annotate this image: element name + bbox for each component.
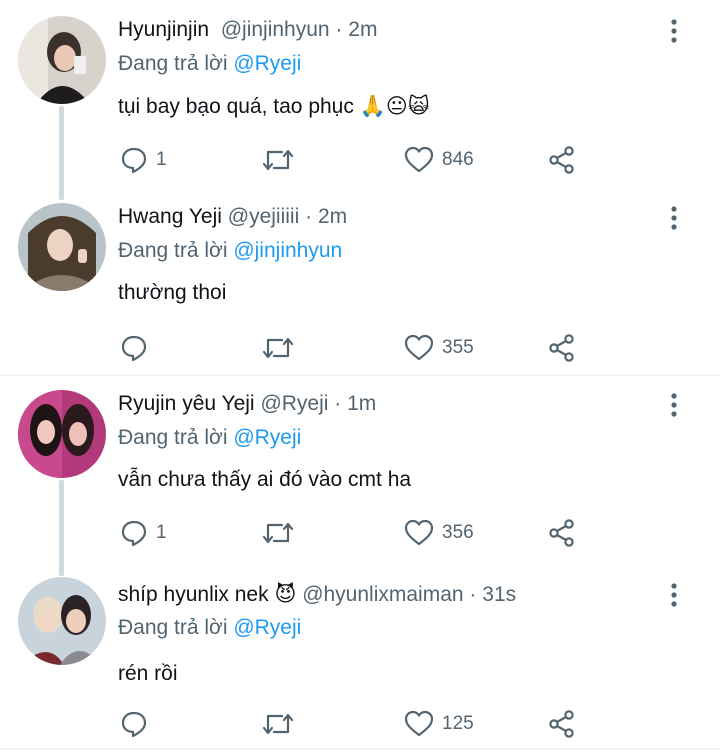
tweet-header: shíp hyunlix nek 😈 @hyunlixmaiman · 31s [118, 582, 516, 607]
reply-button[interactable] [120, 710, 156, 738]
emoji-neutral-face: 😐 [385, 95, 408, 118]
like-icon [404, 146, 434, 173]
tweet-text-body: tụi bay bạo quá, tao phục [118, 95, 354, 118]
like-icon [404, 519, 434, 546]
tweet-header: Hyunjinjin @jinjinhyun · 2m [118, 18, 377, 42]
timestamp[interactable]: 1m [347, 392, 376, 415]
tweet[interactable]: Hwang Yeji @yejiiiii · 2m Đang trả lời @… [0, 187, 720, 375]
like-button[interactable]: 125 [404, 710, 474, 738]
mention-link[interactable]: @Ryeji [233, 52, 301, 75]
tweet-header: Ryujin yêu Yeji @Ryeji · 1m [118, 392, 376, 416]
share-button[interactable] [548, 710, 576, 738]
retweet-icon [262, 149, 294, 171]
retweet-button[interactable] [262, 146, 294, 174]
replying-to: Đang trả lời @Ryeji [118, 52, 301, 76]
avatar[interactable] [18, 390, 106, 478]
emoji-praying-hands: 🙏 [359, 95, 386, 118]
tweet-text: rén rồi [118, 662, 178, 685]
timestamp[interactable]: 2m [318, 205, 347, 228]
mention-link[interactable]: @jinjinhyun [233, 239, 342, 262]
reply-button[interactable] [120, 334, 156, 362]
mention-link[interactable]: @Ryeji [233, 426, 301, 449]
retweet-icon [262, 337, 294, 359]
devil-emoji: 😈 [274, 583, 297, 606]
separator-dot: · [469, 583, 477, 606]
share-button[interactable] [548, 334, 576, 362]
replying-to-label: Đang trả lời [118, 239, 228, 262]
display-name[interactable]: Hyunjinjin [118, 18, 209, 41]
separator-dot: · [335, 18, 343, 41]
like-icon [404, 710, 434, 737]
share-button[interactable] [548, 146, 576, 174]
display-name[interactable]: Hwang Yeji [118, 205, 222, 228]
replying-to-label: Đang trả lời [118, 426, 228, 449]
mention-link[interactable]: @Ryeji [233, 616, 301, 639]
retweet-button[interactable] [262, 334, 294, 362]
retweet-button[interactable] [262, 710, 294, 738]
like-count: 355 [442, 337, 474, 358]
more-icon[interactable] [664, 205, 684, 231]
reply-button[interactable]: 1 [120, 146, 167, 174]
replying-to: Đang trả lời @Ryeji [118, 616, 301, 640]
tweet[interactable]: Ryujin yêu Yeji @Ryeji · 1m Đang trả lời… [0, 374, 720, 562]
avatar[interactable] [18, 577, 106, 665]
like-count: 125 [442, 713, 474, 734]
user-handle[interactable]: @jinjinhyun [221, 18, 330, 41]
emoji-weary-cat: 🙀 [407, 95, 430, 118]
user-handle[interactable]: @yejiiiii [228, 205, 300, 228]
user-handle[interactable]: @Ryeji [260, 392, 328, 415]
display-name[interactable]: Ryujin yêu Yeji [118, 392, 255, 415]
separator-dot: · [305, 205, 313, 228]
more-icon[interactable] [664, 18, 684, 44]
retweet-icon [262, 713, 294, 735]
retweet-icon [262, 522, 294, 544]
share-icon [549, 334, 574, 362]
reply-count: 1 [156, 522, 167, 543]
share-button[interactable] [548, 519, 576, 547]
reply-button[interactable]: 1 [120, 519, 167, 547]
tweet-text: tụi bay bạo quá, tao phục 🙏😐🙀 [118, 94, 430, 119]
timestamp[interactable]: 31s [482, 583, 516, 606]
avatar[interactable] [18, 16, 106, 104]
timestamp[interactable]: 2m [348, 18, 377, 41]
tweet-text: vẫn chưa thấy ai đó vào cmt ha [118, 468, 412, 491]
replying-to: Đang trả lời @jinjinhyun [118, 239, 342, 263]
like-button[interactable]: 356 [404, 519, 474, 547]
like-icon [404, 334, 434, 361]
more-icon[interactable] [664, 392, 684, 418]
more-icon[interactable] [664, 582, 684, 608]
tweet[interactable]: shíp hyunlix nek 😈 @hyunlixmaiman · 31s … [0, 562, 720, 750]
separator-dot: · [334, 392, 342, 415]
tweet[interactable]: Hyunjinjin @jinjinhyun · 2m Đang trả lời… [0, 0, 720, 188]
replying-to: Đang trả lời @Ryeji [118, 426, 301, 450]
like-button[interactable]: 846 [404, 146, 474, 174]
replying-to-label: Đang trả lời [118, 52, 228, 75]
share-icon [549, 710, 574, 738]
replying-to-label: Đang trả lời [118, 616, 228, 639]
tweet-text: thường thoi [118, 281, 227, 304]
avatar[interactable] [18, 203, 106, 291]
retweet-button[interactable] [262, 519, 294, 547]
like-count: 846 [442, 149, 474, 170]
reply-icon [121, 520, 147, 547]
reply-icon [121, 711, 147, 738]
like-button[interactable]: 355 [404, 334, 474, 362]
share-icon [549, 146, 574, 174]
reply-count: 1 [156, 149, 167, 170]
display-name[interactable]: shíp hyunlix nek [118, 583, 269, 606]
reply-icon [121, 147, 147, 174]
like-count: 356 [442, 522, 474, 543]
user-handle[interactable]: @hyunlixmaiman [302, 583, 463, 606]
tweet-header: Hwang Yeji @yejiiiii · 2m [118, 205, 347, 229]
share-icon [549, 519, 574, 547]
reply-icon [121, 335, 147, 362]
